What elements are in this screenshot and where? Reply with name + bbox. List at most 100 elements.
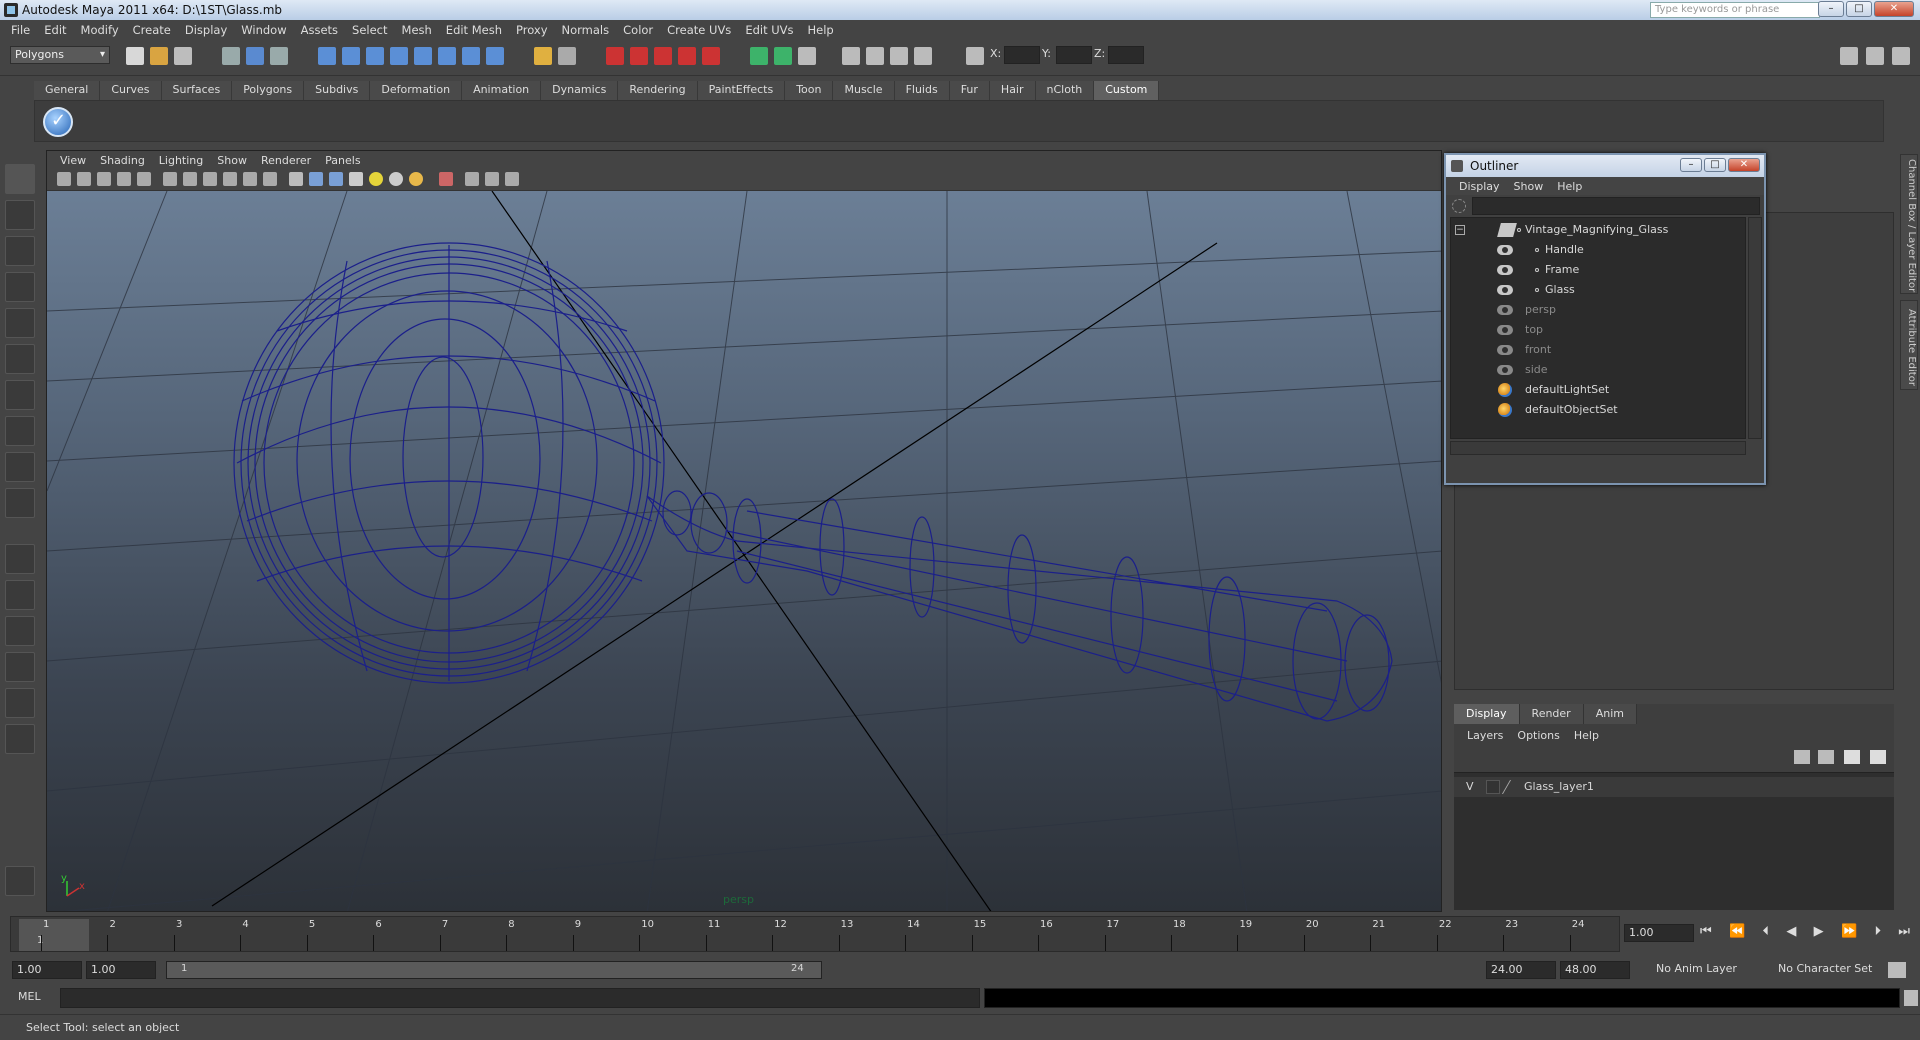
help-question-icon[interactable]	[486, 47, 504, 65]
new-scene-icon[interactable]	[126, 47, 144, 65]
persp-outliner-layout-icon[interactable]	[5, 616, 35, 646]
outliner-maximize-button[interactable]: □	[1704, 158, 1726, 172]
help-search-input[interactable]: Type keywords or phrase	[1650, 2, 1820, 18]
rename-icon[interactable]	[798, 47, 816, 65]
layer-color-swatch-icon[interactable]	[1501, 780, 1525, 794]
snap-view-plane-icon[interactable]	[390, 47, 408, 65]
menu-create[interactable]: Create	[126, 23, 178, 37]
menu-set-dropdown[interactable]: Polygons	[10, 46, 110, 64]
shelf-tab-muscle[interactable]: Muscle	[833, 81, 895, 100]
outliner-vertical-scrollbar[interactable]	[1748, 217, 1762, 439]
isolate-select-icon[interactable]	[439, 172, 453, 186]
show-manipulator-icon[interactable]	[5, 452, 35, 482]
selection-mask-icon[interactable]	[558, 47, 576, 65]
time-slider[interactable]: 1 12345678910111213141516171819202122232…	[10, 916, 1620, 952]
lock-icon[interactable]	[534, 47, 552, 65]
shelf-tab-animation[interactable]: Animation	[462, 81, 542, 100]
field-chart-icon[interactable]	[223, 172, 237, 186]
universal-manipulator-icon[interactable]	[5, 380, 35, 410]
shelf-tab-custom[interactable]: Custom	[1094, 81, 1160, 100]
select-object-icon[interactable]	[246, 47, 264, 65]
perspective-viewport[interactable]: View Shading Lighting Show Renderer Pane…	[46, 150, 1442, 912]
outliner-item-defaultobjectset[interactable]: defaultObjectSet	[1451, 400, 1745, 420]
layer-tab-anim[interactable]: Anim	[1583, 704, 1637, 724]
layer-menu-help[interactable]: Help	[1567, 729, 1606, 742]
layer-playback-toggle[interactable]	[1486, 780, 1500, 794]
outliner-item-group[interactable]: − Vintage_Magnifying_Glass	[1451, 220, 1745, 240]
step-back-key-icon[interactable]: ⏪	[1729, 924, 1745, 944]
outliner-minimize-button[interactable]: –	[1680, 158, 1702, 172]
menu-assets[interactable]: Assets	[294, 23, 345, 37]
step-forward-frame-icon[interactable]: ⏵	[1874, 924, 1881, 944]
shelf-tab-curves[interactable]: Curves	[100, 81, 162, 100]
collapse-toggle-icon[interactable]: −	[1455, 225, 1465, 235]
create-layer-from-selected-icon[interactable]	[1818, 750, 1834, 764]
image-plane-icon[interactable]	[117, 172, 131, 186]
y-field[interactable]	[1056, 46, 1092, 64]
paint-select-tool-icon[interactable]	[5, 236, 35, 266]
render-view-icon[interactable]	[606, 47, 624, 65]
outliner-horizontal-scrollbar[interactable]	[1450, 441, 1746, 455]
create-layer-icon[interactable]	[1794, 750, 1810, 764]
outliner-item-frame[interactable]: Frame	[1451, 260, 1745, 280]
animation-end-field[interactable]: 48.00	[1560, 961, 1630, 979]
z-field[interactable]	[1108, 46, 1144, 64]
construction-history-icon[interactable]	[462, 47, 480, 65]
wireframe-on-shaded-icon[interactable]	[329, 172, 343, 186]
single-perspective-layout-icon[interactable]	[5, 544, 35, 574]
menu-modify[interactable]: Modify	[74, 23, 126, 37]
shelf-tab-subdivs[interactable]: Subdivs	[304, 81, 371, 100]
ipr-render-icon[interactable]	[654, 47, 672, 65]
open-scene-icon[interactable]	[150, 47, 168, 65]
outliner-menu-display[interactable]: Display	[1452, 180, 1507, 193]
snap-grid-icon[interactable]	[318, 47, 336, 65]
wireframe-shading-icon[interactable]	[289, 172, 303, 186]
xray-icon[interactable]	[465, 172, 479, 186]
input-line-icon[interactable]	[750, 47, 768, 65]
move-tool-icon[interactable]	[5, 272, 35, 302]
shelf-tab-ncloth[interactable]: nCloth	[1035, 81, 1095, 100]
step-back-frame-icon[interactable]: ⏴	[1763, 924, 1770, 944]
relative-transform-icon[interactable]	[774, 47, 792, 65]
soft-modification-icon[interactable]	[5, 416, 35, 446]
menu-display[interactable]: Display	[178, 23, 234, 37]
show-channel-box-icon[interactable]	[890, 47, 908, 65]
film-gate-icon[interactable]	[163, 172, 177, 186]
render-frame-icon[interactable]	[630, 47, 648, 65]
make-live-icon[interactable]	[414, 47, 432, 65]
persp-hypershade-layout-icon[interactable]	[5, 688, 35, 718]
xray-components-icon[interactable]	[505, 172, 519, 186]
layer-menu-layers[interactable]: Layers	[1460, 729, 1510, 742]
shelf-tab-toon[interactable]: Toon	[785, 81, 834, 100]
snap-point-icon[interactable]	[366, 47, 384, 65]
viewport-menu-renderer[interactable]: Renderer	[254, 154, 318, 167]
menu-file[interactable]: File	[4, 23, 37, 37]
select-tool-icon[interactable]	[5, 164, 35, 194]
hypershade-icon[interactable]	[702, 47, 720, 65]
absolute-transform-icon[interactable]	[914, 47, 932, 65]
viewport-menu-view[interactable]: View	[53, 154, 93, 167]
maximize-button[interactable]: □	[1846, 1, 1872, 17]
play-forward-icon[interactable]: ▶	[1814, 924, 1824, 944]
bookmark-icon[interactable]	[97, 172, 111, 186]
outliner-menu-help[interactable]: Help	[1550, 180, 1589, 193]
safe-action-icon[interactable]	[243, 172, 257, 186]
shelf-tab-hair[interactable]: Hair	[989, 81, 1036, 100]
xray-joints-icon[interactable]	[485, 172, 499, 186]
shelf-tab-fluids[interactable]: Fluids	[894, 81, 950, 100]
layer-tab-render[interactable]: Render	[1519, 704, 1584, 724]
shelf-tab-surfaces[interactable]: Surfaces	[161, 81, 233, 100]
playback-end-field[interactable]: 24.00	[1486, 961, 1556, 979]
shelf-tab-dynamics[interactable]: Dynamics	[541, 81, 619, 100]
play-backward-icon[interactable]: ◀	[1786, 924, 1796, 944]
render-settings-icon[interactable]	[678, 47, 696, 65]
custom-layout-icon[interactable]	[5, 724, 35, 754]
viewport-menu-panels[interactable]: Panels	[318, 154, 367, 167]
layer-row[interactable]: V Glass_layer1	[1454, 777, 1894, 797]
default-light-icon[interactable]	[369, 172, 383, 186]
outliner-item-side[interactable]: side	[1451, 360, 1745, 380]
outliner-item-persp[interactable]: persp	[1451, 300, 1745, 320]
layer-name[interactable]: Glass_layer1	[1524, 777, 1594, 797]
snap-curve-icon[interactable]	[342, 47, 360, 65]
history-icon[interactable]	[438, 47, 456, 65]
